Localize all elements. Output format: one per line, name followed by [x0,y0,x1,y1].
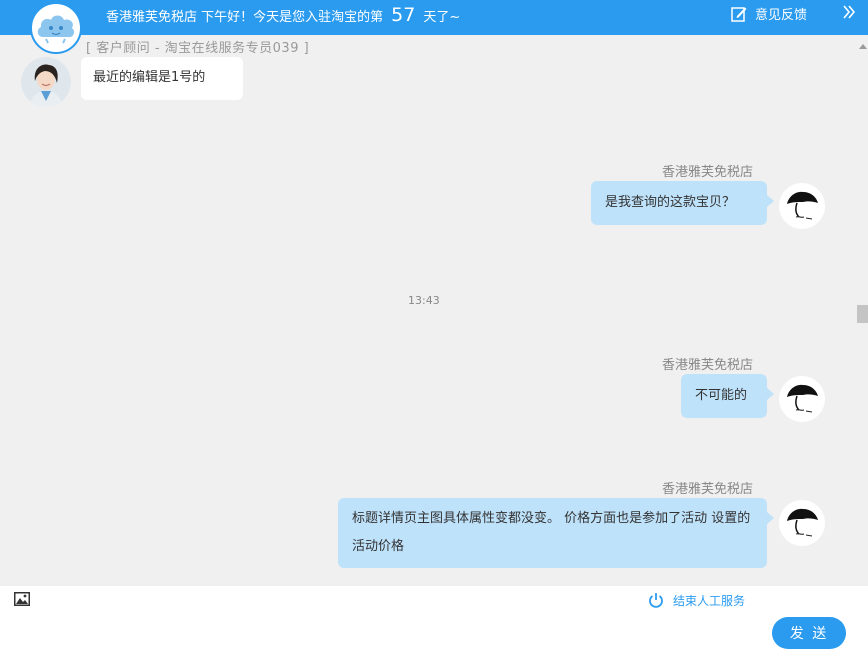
timestamp: 13:43 [408,294,440,307]
send-button[interactable]: 发 送 [772,617,846,649]
top-bar: 香港雅芙免税店 下午好！今天是您入驻淘宝的第 57 天了~ 意见反馈 [0,0,868,35]
scroll-thumb[interactable] [857,305,868,323]
agent-avatar [21,57,71,107]
edit-icon [731,6,747,22]
message-bubble-user: 标题详情页主图具体属性变都没变。 价格方面也是参加了活动 设置的活动价格 [338,498,774,568]
user-avatar [779,500,825,546]
double-chevron-right-icon[interactable] [842,5,856,19]
feedback-label: 意见反馈 [755,8,808,23]
agent-role-label: [ 客户顾问 - 淘宝在线服务专员039 ] [86,41,310,56]
feedback-button[interactable]: 意见反馈 [731,4,807,23]
message-bubble-agent: 最近的编辑是1号的 [81,57,243,100]
sender-name: 香港雅芙免税店 [662,358,754,373]
scroll-up-arrow[interactable] [859,44,867,49]
store-logo [30,2,82,54]
end-service-label: 结束人工服务 [673,594,746,608]
greeting-suffix: 天了~ [423,10,461,25]
cloud-mascot-icon [37,15,75,44]
message-bubble-user: 是我查询的这款宝贝？ [591,181,774,225]
days-count: 57 [391,4,416,26]
user-avatar [779,183,825,229]
greeting-prefix: 香港雅芙免税店 下午好！今天是您入驻淘宝的第 [106,10,384,25]
end-service-button[interactable]: 结束人工服务 [648,592,745,609]
image-icon[interactable] [14,592,30,606]
greeting-text: 香港雅芙免税店 下午好！今天是您入驻淘宝的第 57 天了~ [106,4,461,26]
sender-name: 香港雅芙免税店 [662,165,754,180]
sender-name: 香港雅芙免税店 [662,482,754,497]
user-avatar [779,376,825,422]
message-bubble-user: 不可能的 [681,374,774,418]
power-icon [649,593,663,608]
